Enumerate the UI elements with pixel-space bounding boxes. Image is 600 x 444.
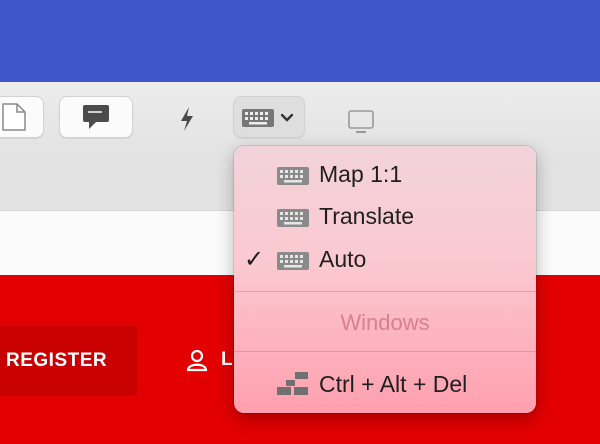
messages-button[interactable] (59, 96, 133, 138)
window-top-band (0, 0, 600, 82)
menu-item-label: Ctrl + Alt + Del (319, 371, 468, 397)
menu-item-ctrl-alt-del[interactable]: Ctrl + Alt + Del (234, 364, 536, 404)
display-button[interactable] (346, 107, 376, 137)
chat-bubble-icon (83, 105, 109, 129)
document-icon (2, 103, 26, 131)
menu-item-label: Auto (319, 246, 367, 272)
login-link[interactable]: L (185, 348, 233, 372)
chevron-down-icon (280, 113, 294, 122)
login-label: L (221, 349, 233, 370)
lightning-button[interactable] (172, 104, 202, 134)
keyboard-mode-menu: Map 1:1 Translate ✓ Auto Windows Ctrl + … (234, 146, 536, 413)
keyboard-icon (277, 252, 309, 270)
keyboard-mode-button[interactable] (233, 96, 305, 138)
checkmark-icon: ✓ (244, 246, 265, 273)
menu-item-label: Map 1:1 (319, 161, 403, 187)
keyboard-icon (277, 209, 309, 227)
windows-blocks-icon (277, 372, 308, 395)
menu-item-auto[interactable]: ✓ Auto (234, 239, 536, 279)
register-button[interactable]: REGISTER (0, 326, 137, 396)
menu-separator (234, 291, 536, 292)
menu-section-title: Windows (340, 310, 430, 335)
menu-item-map-1-1[interactable]: Map 1:1 (234, 154, 536, 194)
menu-separator (234, 351, 536, 352)
document-button[interactable] (0, 96, 44, 138)
keyboard-icon (242, 109, 274, 127)
user-icon (186, 349, 208, 372)
lightning-icon (181, 107, 193, 131)
menu-item-translate[interactable]: Translate (234, 196, 536, 236)
menu-item-label: Translate (319, 203, 415, 229)
register-label: REGISTER (6, 350, 108, 371)
monitor-icon (348, 110, 374, 133)
keyboard-icon (277, 167, 309, 185)
